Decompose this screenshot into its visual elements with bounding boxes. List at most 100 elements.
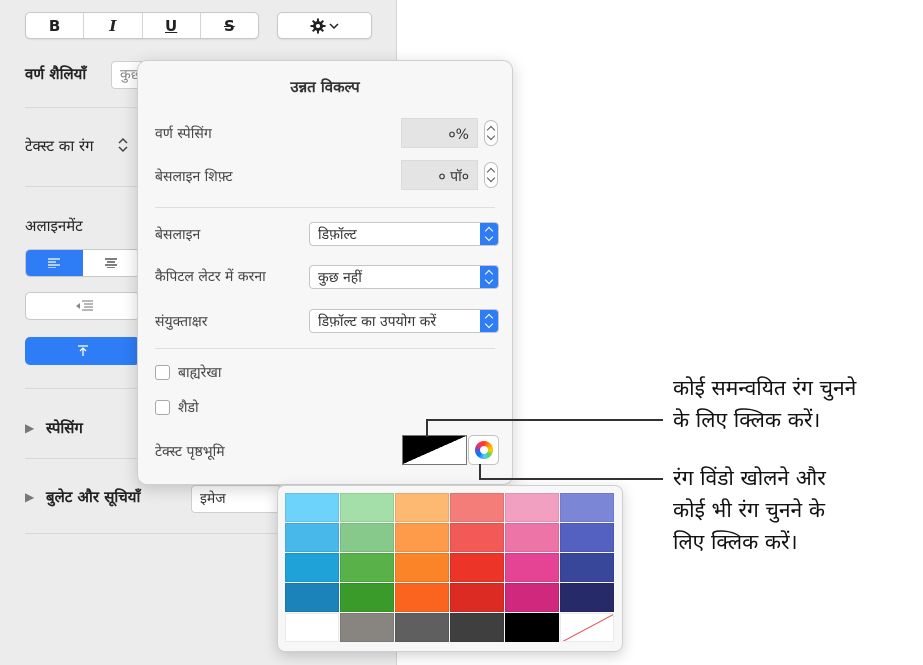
character-spacing-label: वर्ण स्पेसिंग xyxy=(155,126,212,142)
color-swatch[interactable] xyxy=(450,493,504,522)
baseline-select-value: डिफ़ॉल्ट xyxy=(318,227,357,243)
text-background-color-well[interactable] xyxy=(402,435,467,465)
outdent-icon xyxy=(75,300,93,311)
text-color-label: टेक्स्ट का रंग xyxy=(25,137,94,155)
color-swatch[interactable] xyxy=(395,583,449,612)
align-left-icon xyxy=(48,258,61,268)
gear-icon xyxy=(310,18,326,33)
capitalization-select-value: कुछ नहीं xyxy=(318,270,362,286)
color-swatch[interactable] xyxy=(395,523,449,552)
character-styles-label: वर्ण शैलियाँ xyxy=(25,65,87,83)
color-swatch[interactable] xyxy=(560,553,614,582)
callout-text: रंग विंडो खोलने और xyxy=(673,466,826,490)
disclosure-triangle-icon[interactable]: ▶ xyxy=(25,490,34,504)
shadow-checkbox[interactable] xyxy=(155,400,170,415)
color-swatch[interactable] xyxy=(505,583,559,612)
shadow-option[interactable]: शैडो xyxy=(155,398,199,417)
advanced-options-button[interactable] xyxy=(277,12,372,39)
callout-text: के लिए क्लिक करें। xyxy=(673,408,821,432)
color-swatch[interactable] xyxy=(560,523,614,552)
color-swatch[interactable] xyxy=(450,613,504,642)
italic-button[interactable]: I xyxy=(84,13,143,38)
divider xyxy=(155,207,495,208)
color-swatch[interactable] xyxy=(340,493,394,522)
text-style-buttons: B I U S xyxy=(25,12,259,39)
color-swatch[interactable] xyxy=(505,613,559,642)
outline-checkbox[interactable] xyxy=(155,365,170,380)
select-arrows-icon xyxy=(480,223,498,245)
color-swatch[interactable] xyxy=(505,523,559,552)
spacing-label[interactable]: स्पेसिंग xyxy=(46,418,83,438)
align-top-button[interactable] xyxy=(25,337,140,365)
ligatures-select[interactable]: डिफ़ॉल्ट का उपयोग करें xyxy=(309,309,499,333)
color-swatch[interactable] xyxy=(285,493,339,522)
outline-option[interactable]: बाह्यरेखा xyxy=(155,363,221,382)
chevron-down-icon xyxy=(329,22,339,29)
bullets-lists-label[interactable]: बुलेट और सूचियाँ xyxy=(46,487,140,507)
character-spacing-stepper[interactable] xyxy=(484,120,498,146)
decrease-indent-button[interactable] xyxy=(25,292,140,320)
color-wheel-icon xyxy=(474,441,493,459)
color-swatch[interactable] xyxy=(505,553,559,582)
callout-line xyxy=(426,419,663,421)
color-swatch[interactable] xyxy=(285,523,339,552)
outline-label: बाह्यरेखा xyxy=(178,365,222,381)
popover-title: उन्नत विकल्प xyxy=(290,78,360,96)
color-swatch[interactable] xyxy=(395,493,449,522)
color-swatch[interactable] xyxy=(505,493,559,522)
baseline-shift-field[interactable]: ० पॉ० xyxy=(401,160,478,190)
bullets-select[interactable]: इमेज xyxy=(191,485,281,513)
color-swatch[interactable] xyxy=(285,553,339,582)
wheel-callout: रंग विंडो खोलने और कोई भी रंग चुनने के ल… xyxy=(673,462,826,558)
color-swatch[interactable] xyxy=(285,583,339,612)
color-swatch[interactable] xyxy=(560,493,614,522)
align-center-icon xyxy=(104,258,117,268)
color-swatch[interactable] xyxy=(285,613,339,642)
color-swatch[interactable] xyxy=(450,583,504,612)
strikethrough-button[interactable]: S xyxy=(201,13,258,38)
color-swatch[interactable] xyxy=(560,583,614,612)
color-swatch[interactable] xyxy=(340,583,394,612)
no-color-swatch[interactable] xyxy=(560,613,614,642)
character-spacing-field[interactable]: ०% xyxy=(401,118,478,148)
callout-text: कोई भी रंग चुनने के xyxy=(673,498,825,522)
select-arrows-icon xyxy=(480,310,498,332)
baseline-select[interactable]: डिफ़ॉल्ट xyxy=(309,222,499,246)
ligatures-select-value: डिफ़ॉल्ट का उपयोग करें xyxy=(318,314,437,330)
text-background-label: टेक्स्ट पृष्ठभूमि xyxy=(155,444,225,460)
color-swatch[interactable] xyxy=(395,553,449,582)
capitalization-label: कैपिटल लेटर में करना xyxy=(155,269,266,285)
updown-chevron-icon[interactable] xyxy=(118,137,128,153)
color-swatch[interactable] xyxy=(450,523,504,552)
align-center-button[interactable] xyxy=(83,250,140,276)
baseline-shift-label: बेसलाइन शिफ़्ट xyxy=(155,169,233,185)
disclosure-triangle-icon[interactable]: ▶ xyxy=(25,421,34,435)
color-swatch[interactable] xyxy=(340,523,394,552)
swatch-grid xyxy=(285,493,614,642)
callout-line xyxy=(479,478,663,480)
color-swatch[interactable] xyxy=(395,613,449,642)
callout-line xyxy=(426,419,428,437)
bold-button[interactable]: B xyxy=(26,13,85,38)
align-left-button[interactable] xyxy=(26,250,83,276)
baseline-shift-stepper[interactable] xyxy=(484,162,498,188)
alignment-segment xyxy=(25,249,140,277)
shadow-label: शैडो xyxy=(178,400,199,416)
baseline-label: बेसलाइन xyxy=(155,227,201,243)
color-swatch[interactable] xyxy=(450,553,504,582)
capitalization-select[interactable]: कुछ नहीं xyxy=(309,265,499,289)
callout-text: कोई समन्वयित रंग चुनने xyxy=(673,376,857,400)
divider xyxy=(155,348,495,349)
color-swatch-palette xyxy=(277,485,623,652)
alignment-label: अलाइनमेंट xyxy=(25,217,83,235)
swatch-callout: कोई समन्वयित रंग चुनने के लिए क्लिक करें… xyxy=(673,372,856,436)
color-swatch[interactable] xyxy=(340,553,394,582)
align-top-icon xyxy=(77,345,88,356)
color-wheel-button[interactable] xyxy=(468,435,499,465)
underline-button[interactable]: U xyxy=(143,13,201,38)
ligatures-label: संयुक्ताक्षर xyxy=(155,314,208,330)
advanced-options-popover: उन्नत विकल्प वर्ण स्पेसिंग ०% बेसलाइन शि… xyxy=(137,60,513,485)
select-arrows-icon xyxy=(480,266,498,288)
color-swatch[interactable] xyxy=(340,613,394,642)
callout-text: लिए क्लिक करें। xyxy=(673,530,798,554)
